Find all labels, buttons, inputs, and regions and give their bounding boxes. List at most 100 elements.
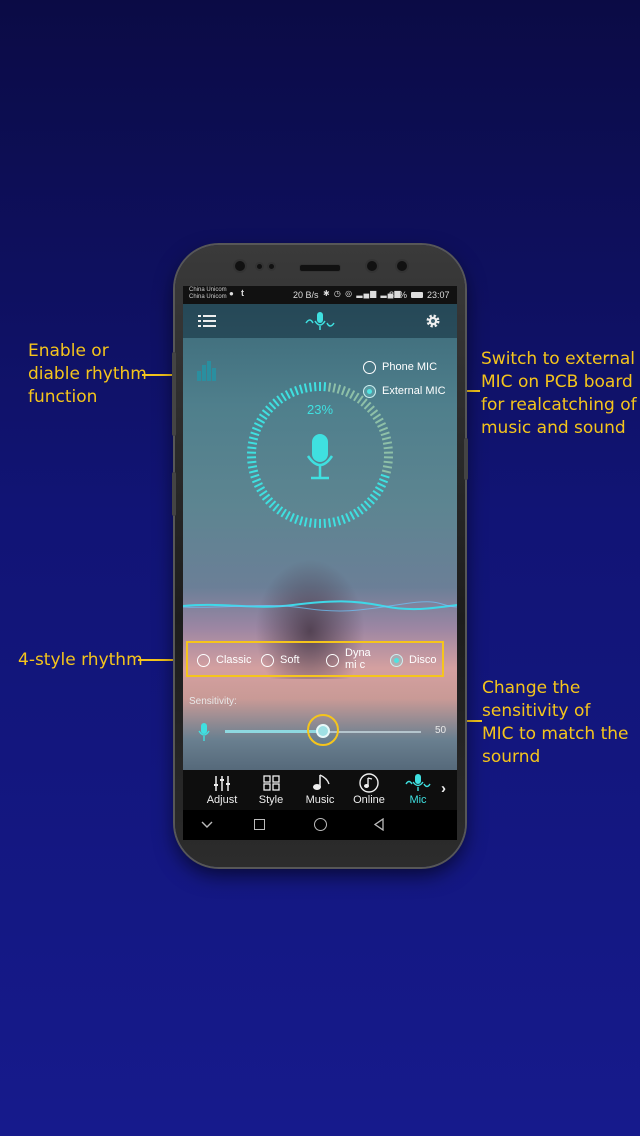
music-note-icon xyxy=(313,774,330,790)
level-tick xyxy=(284,390,291,399)
nav-adjust[interactable]: Adjust xyxy=(197,772,247,806)
back-icon[interactable] xyxy=(373,818,385,831)
level-tick xyxy=(374,417,384,424)
network-speed: 20 B/s xyxy=(293,290,319,300)
level-tick xyxy=(308,518,313,528)
phone-mic-option[interactable]: Phone MIC xyxy=(361,360,451,376)
level-tick xyxy=(369,493,379,501)
level-tick xyxy=(253,482,263,488)
app-toolbar xyxy=(183,304,457,338)
level-tick xyxy=(383,446,393,450)
phone-mic-label: Phone MIC xyxy=(382,361,438,373)
level-tick xyxy=(268,401,277,410)
carrier-label: China Unicom xyxy=(189,287,227,293)
nav-mic[interactable]: Mic xyxy=(393,772,443,806)
annotation-rhythm-toggle: Enable or diable rhythm function xyxy=(28,340,147,409)
power-button xyxy=(464,438,468,480)
level-tick xyxy=(251,478,262,484)
clock: 23:07 xyxy=(427,290,450,300)
chevron-down-icon[interactable] xyxy=(201,821,213,829)
nav-music[interactable]: Music xyxy=(295,772,345,806)
level-tick xyxy=(356,395,364,404)
nav-online[interactable]: Online xyxy=(344,772,394,806)
annotation-line: MIC to match the xyxy=(482,724,629,744)
nav-online-label: Online xyxy=(353,794,385,806)
level-tick xyxy=(363,401,372,410)
annotation-line: function xyxy=(28,387,98,407)
annotation-line: 4-style rhythm xyxy=(18,650,143,670)
level-tick xyxy=(298,384,304,394)
phone-mic-radio[interactable] xyxy=(363,361,376,374)
nav-style[interactable]: Style xyxy=(246,772,296,806)
iris-scanner xyxy=(395,259,409,273)
level-tick xyxy=(250,431,260,437)
level-tick xyxy=(366,497,375,505)
level-tick xyxy=(289,387,295,397)
level-tick xyxy=(345,387,351,397)
level-tick xyxy=(372,413,382,421)
level-tick xyxy=(332,517,337,527)
level-tick xyxy=(289,513,295,523)
chevron-right-icon[interactable]: › xyxy=(441,780,446,797)
annotation-sensitivity: Change the sensitivity of MIC to match t… xyxy=(482,677,629,769)
annotation-line: MIC on PCB board xyxy=(481,372,633,392)
level-tick xyxy=(356,506,364,515)
level-tick xyxy=(378,478,389,484)
sliders-icon xyxy=(214,776,230,791)
level-tick xyxy=(360,398,368,407)
level-tick xyxy=(372,489,382,497)
home-button[interactable] xyxy=(314,818,327,831)
annotation-line: music and sound xyxy=(481,418,626,438)
level-tick xyxy=(247,460,257,464)
level-tick xyxy=(323,382,327,392)
annotation-external-mic: Switch to external MIC on PCB board for … xyxy=(481,348,637,440)
sensitivity-label: Sensitivity: xyxy=(189,696,237,707)
mic-wave-icon xyxy=(405,774,431,791)
level-tick xyxy=(272,398,280,407)
level-tick xyxy=(381,469,392,474)
level-tick xyxy=(340,514,346,524)
battery-percent: 82% xyxy=(389,290,408,300)
level-tick xyxy=(253,422,263,428)
rhythm-styles-highlight xyxy=(186,641,444,677)
level-tick xyxy=(256,486,266,493)
level-tick xyxy=(383,460,393,464)
level-tick xyxy=(280,508,287,518)
mic-wave-icon xyxy=(305,312,335,330)
level-tick xyxy=(258,413,268,421)
battery-icon xyxy=(411,292,423,298)
annotation-style-rhythm: 4-style rhythm xyxy=(18,649,143,672)
level-tick xyxy=(272,503,280,512)
level-tick xyxy=(332,383,337,393)
level-tick xyxy=(248,436,259,441)
level-tick xyxy=(378,426,389,432)
microphone-small-icon xyxy=(198,723,210,741)
microphone-icon[interactable] xyxy=(305,432,335,482)
level-tick xyxy=(363,500,372,509)
grid-icon xyxy=(263,775,280,791)
level-tick xyxy=(303,517,308,527)
menu-icon[interactable] xyxy=(198,314,216,328)
rhythm-toggle-icon[interactable] xyxy=(196,359,218,381)
level-tick xyxy=(265,405,274,413)
sensitivity-slider[interactable] xyxy=(225,714,421,746)
annotation-line: Change the xyxy=(482,678,581,698)
wechat-icon: ● xyxy=(229,289,234,298)
level-tick xyxy=(250,473,260,479)
level-tick xyxy=(377,482,387,488)
nav-style-label: Style xyxy=(258,794,284,806)
recents-button[interactable] xyxy=(254,819,265,830)
nav-mic-label: Mic xyxy=(409,794,427,806)
level-tick xyxy=(256,417,266,424)
app-content: Phone MIC External MIC 23% Classic Soft … xyxy=(183,304,457,810)
level-tick xyxy=(366,405,375,413)
gear-icon[interactable] xyxy=(425,313,441,329)
level-tick xyxy=(327,382,332,392)
online-music-icon xyxy=(359,773,379,793)
level-tick xyxy=(284,511,291,520)
level-tick xyxy=(313,382,317,392)
level-tick xyxy=(380,473,390,479)
level-tick xyxy=(268,500,277,509)
level-tick xyxy=(247,465,258,469)
sensitivity-value: 50 xyxy=(435,725,447,736)
